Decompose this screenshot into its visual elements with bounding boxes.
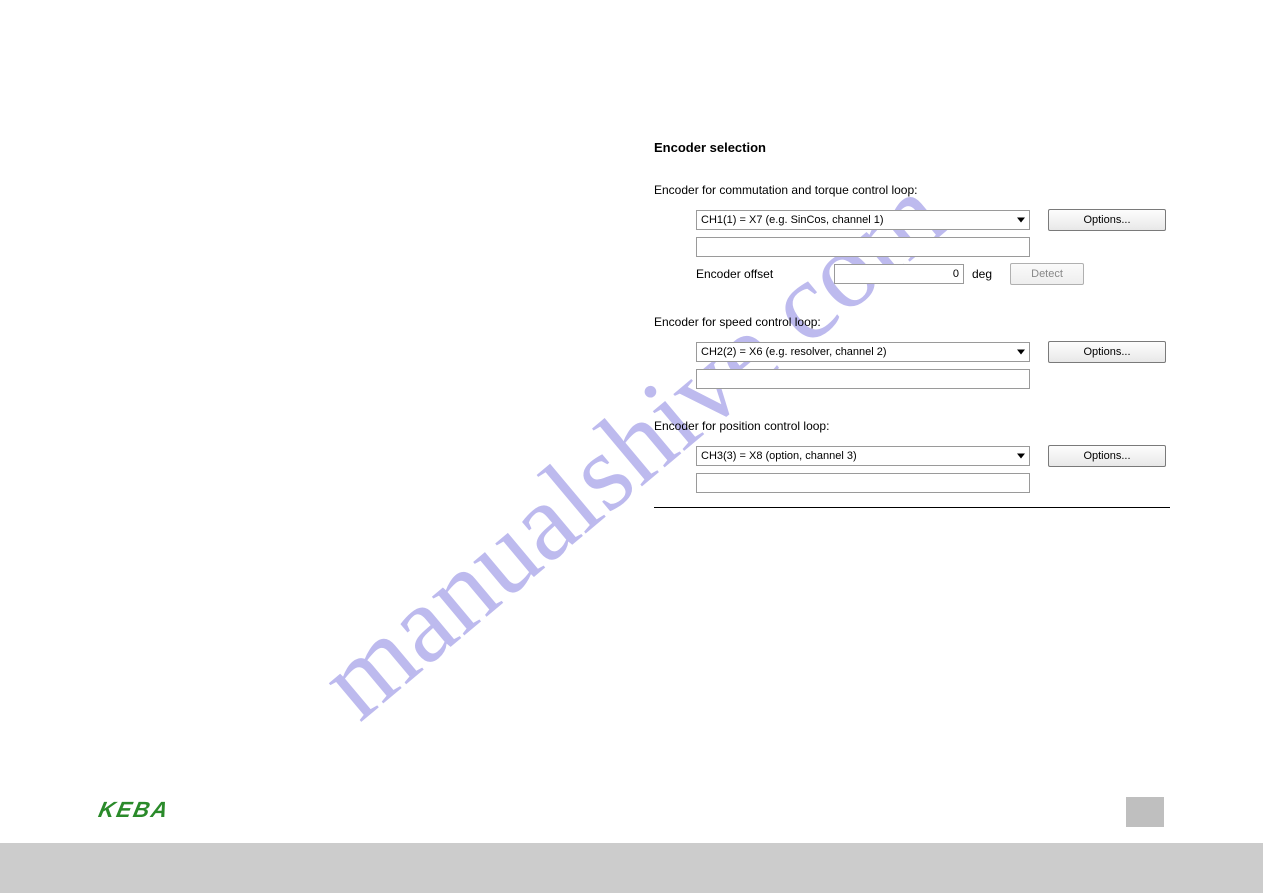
position-label: Encoder for position control loop:: [654, 419, 1170, 433]
commutation-encoder-value: CH1(1) = X7 (e.g. SinCos, channel 1): [701, 214, 884, 226]
commutation-label: Encoder for commutation and torque contr…: [654, 183, 1170, 197]
speed-extra-input[interactable]: [696, 369, 1030, 389]
commutation-extra-input[interactable]: [696, 237, 1030, 257]
speed-label: Encoder for speed control loop:: [654, 315, 1170, 329]
position-extra-input[interactable]: [696, 473, 1030, 493]
commutation-options-button[interactable]: Options...: [1048, 209, 1166, 231]
position-encoder-value: CH3(3) = X8 (option, channel 3): [701, 450, 857, 462]
position-encoder-select[interactable]: CH3(3) = X8 (option, channel 3): [696, 446, 1030, 466]
section-title: Encoder selection: [654, 140, 1170, 155]
chevron-down-icon: [1017, 454, 1025, 459]
chevron-down-icon: [1017, 350, 1025, 355]
section-divider: [654, 507, 1170, 508]
speed-encoder-select[interactable]: CH2(2) = X6 (e.g. resolver, channel 2): [696, 342, 1030, 362]
speed-encoder-value: CH2(2) = X6 (e.g. resolver, channel 2): [701, 346, 887, 358]
chevron-down-icon: [1017, 218, 1025, 223]
encoder-offset-label: Encoder offset: [696, 267, 834, 281]
footer-bar: [0, 843, 1263, 893]
commutation-encoder-select[interactable]: CH1(1) = X7 (e.g. SinCos, channel 1): [696, 210, 1030, 230]
keba-logo: KEBA: [96, 797, 172, 823]
speed-options-button[interactable]: Options...: [1048, 341, 1166, 363]
encoder-offset-unit: deg: [972, 267, 992, 281]
detect-button: Detect: [1010, 263, 1084, 285]
page-number-box: [1126, 797, 1164, 827]
encoder-selection-form: Encoder selection Encoder for commutatio…: [654, 140, 1170, 508]
position-options-button[interactable]: Options...: [1048, 445, 1166, 467]
encoder-offset-input[interactable]: [834, 264, 964, 284]
